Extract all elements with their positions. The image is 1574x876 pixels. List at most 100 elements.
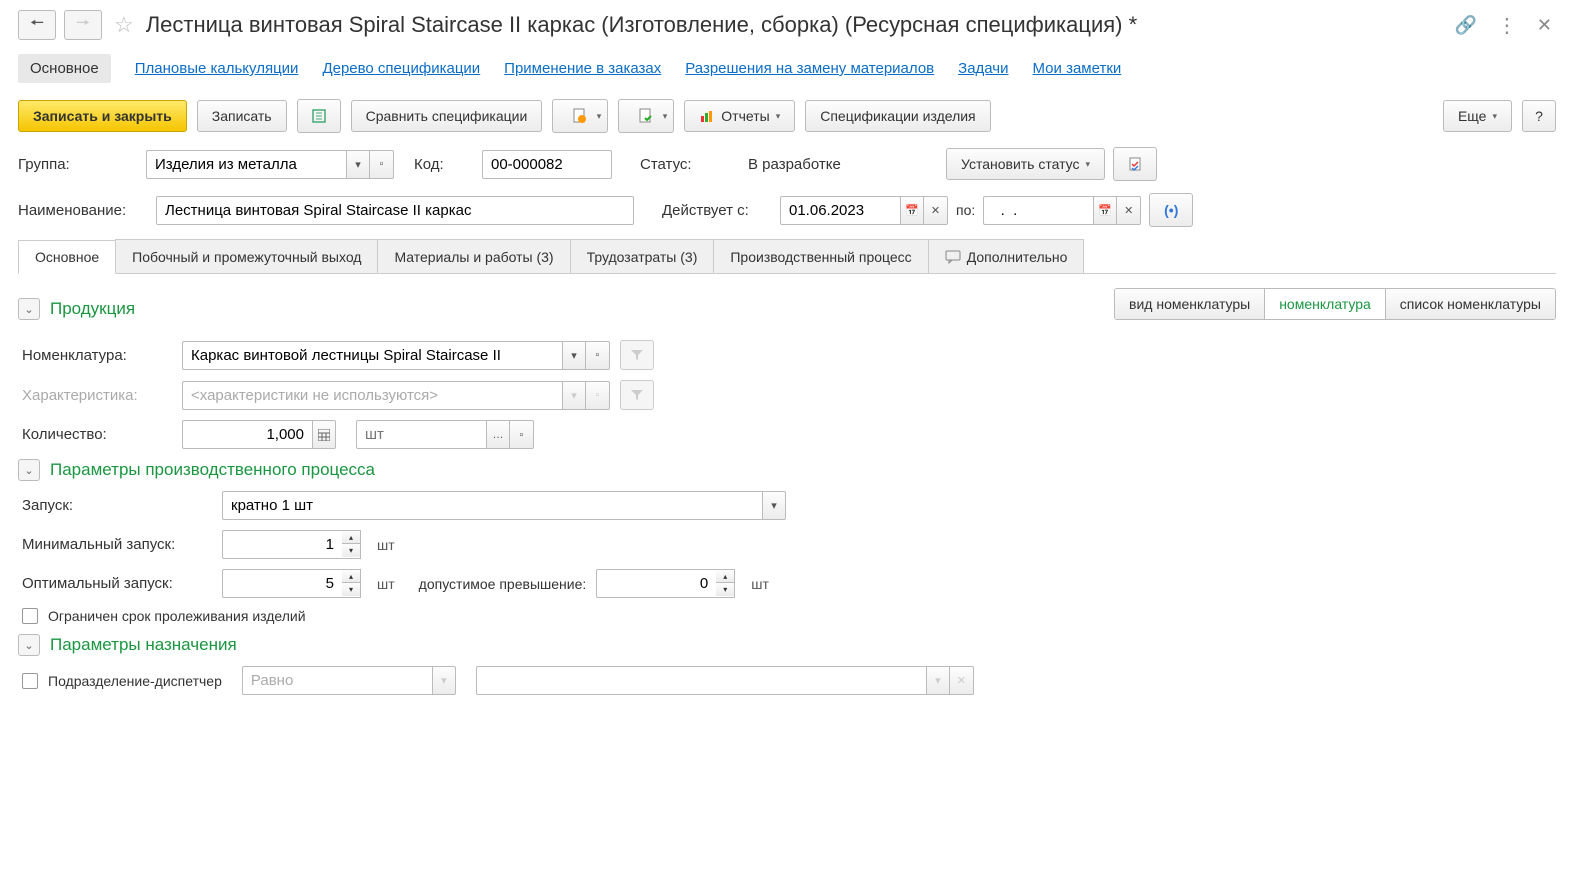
clipboard-check-icon	[1127, 156, 1143, 172]
subnav-main[interactable]: Основное	[18, 54, 111, 83]
more-menu-icon[interactable]: ⋮	[1497, 13, 1517, 38]
subnav-perm[interactable]: Разрешения на замену материалов	[685, 60, 934, 77]
reports-button[interactable]: Отчеты ▾	[684, 100, 795, 132]
characteristic-input	[182, 381, 562, 410]
valid-from-input[interactable]	[780, 196, 900, 225]
save-close-button[interactable]: Записать и закрыть	[18, 100, 187, 132]
excess-unit: шт	[751, 576, 769, 592]
funnel-icon	[630, 388, 644, 402]
excess-input[interactable]	[596, 569, 716, 598]
valid-from-label: Действует с:	[662, 202, 772, 219]
chart-icon	[699, 108, 715, 124]
characteristic-label: Характеристика:	[22, 387, 172, 404]
favorite-icon[interactable]: ☆	[114, 12, 134, 38]
close-icon[interactable]: ✕	[1537, 15, 1552, 36]
page-title: Лестница винтовая Spiral Staircase II ка…	[146, 12, 1443, 38]
nomenclature-input[interactable]	[182, 341, 562, 370]
tab-extra[interactable]: Дополнительно	[928, 239, 1085, 273]
launch-label: Запуск:	[22, 497, 212, 514]
valid-from-clear-button[interactable]: ✕	[924, 196, 948, 225]
launch-input[interactable]	[222, 491, 762, 520]
valid-to-calendar-button[interactable]: 📅	[1093, 196, 1117, 225]
group-label: Группа:	[18, 156, 78, 173]
dispatcher-value-clear: ✕	[950, 666, 974, 695]
compare-button[interactable]: Сравнить спецификации	[351, 100, 543, 132]
set-status-button[interactable]: Установить статус ▾	[946, 148, 1105, 180]
dispatcher-label: Подразделение-диспетчер	[48, 673, 222, 689]
quantity-calc-button[interactable]	[312, 420, 336, 449]
nomenclature-mode-segment: вид номенклатуры номенклатура список ном…	[1114, 288, 1556, 320]
seg-list[interactable]: список номенклатуры	[1386, 289, 1555, 319]
dispatcher-op-input	[242, 666, 432, 695]
valid-to-input[interactable]	[983, 196, 1093, 225]
valid-from-calendar-button[interactable]: 📅	[900, 196, 924, 225]
nomenclature-dropdown-button[interactable]: ▾	[562, 341, 586, 370]
group-input[interactable]	[146, 150, 346, 179]
quantity-input[interactable]	[182, 420, 312, 449]
name-input[interactable]	[156, 196, 634, 225]
subnav-plan[interactable]: Плановые калькуляции	[135, 60, 299, 77]
opt-launch-input[interactable]	[222, 569, 342, 598]
unit-input[interactable]	[356, 420, 486, 449]
subnav-notes[interactable]: Мои заметки	[1033, 60, 1122, 77]
doc-action-1-button[interactable]	[552, 99, 608, 133]
status-label: Статус:	[640, 156, 700, 173]
nomenclature-filter-button[interactable]	[620, 340, 654, 370]
quantity-label: Количество:	[22, 426, 132, 443]
collapse-product-button[interactable]: ⌄	[18, 298, 40, 320]
collapse-assign-button[interactable]: ⌄	[18, 634, 40, 656]
funnel-icon	[630, 348, 644, 362]
list-icon-button[interactable]	[297, 99, 341, 133]
calculator-icon	[318, 429, 330, 441]
to-label: по:	[956, 202, 975, 218]
tab-process[interactable]: Производственный процесс	[713, 239, 928, 273]
launch-dropdown-button[interactable]: ▾	[762, 491, 786, 520]
limited-checkbox[interactable]	[22, 608, 38, 624]
seg-nomenclature[interactable]: номенклатура	[1265, 289, 1386, 319]
collapse-process-button[interactable]: ⌄	[18, 459, 40, 481]
tab-labor[interactable]: Трудозатраты (3)	[570, 239, 715, 273]
section-product-title: Продукция	[50, 299, 135, 319]
min-launch-input[interactable]	[222, 530, 342, 559]
subnav-tasks[interactable]: Задачи	[958, 60, 1008, 77]
unit-select-button[interactable]: …	[486, 420, 510, 449]
group-dropdown-button[interactable]: ▾	[346, 150, 370, 179]
tab-materials[interactable]: Материалы и работы (3)	[377, 239, 570, 273]
nav-back-button[interactable]: 🠔	[18, 10, 56, 40]
save-button[interactable]: Записать	[197, 100, 287, 132]
tab-byproduct[interactable]: Побочный и промежуточный выход	[115, 239, 378, 273]
opt-launch-unit: шт	[377, 576, 395, 592]
min-launch-spinner[interactable]: ▴▾	[342, 530, 361, 559]
characteristic-dropdown-button: ▾	[562, 381, 586, 410]
subnav-tree[interactable]: Дерево спецификации	[322, 60, 480, 77]
seg-kind[interactable]: вид номенклатуры	[1115, 289, 1265, 319]
link-icon[interactable]: 🔗	[1454, 15, 1476, 36]
unit-open-button[interactable]: ▫	[510, 420, 534, 449]
product-specs-button[interactable]: Спецификации изделия	[805, 100, 990, 132]
status-action-button[interactable]	[1113, 147, 1157, 181]
nomenclature-open-button[interactable]: ▫	[586, 341, 610, 370]
dispatcher-op-dropdown: ▾	[432, 666, 456, 695]
help-button[interactable]: ?	[1522, 100, 1556, 132]
tab-main[interactable]: Основное	[18, 240, 116, 274]
nomenclature-label: Номенклатура:	[22, 347, 172, 364]
dispatcher-value-dropdown: ▾	[926, 666, 950, 695]
limited-label: Ограничен срок пролеживания изделий	[48, 608, 306, 624]
dispatcher-value-input	[476, 666, 926, 695]
valid-to-clear-button[interactable]: ✕	[1117, 196, 1141, 225]
dispatcher-checkbox[interactable]	[22, 673, 38, 689]
min-launch-unit: шт	[377, 537, 395, 553]
name-label: Наименование:	[18, 202, 148, 219]
subnav-orders[interactable]: Применение в заказах	[504, 60, 661, 77]
document-check-icon	[637, 107, 655, 125]
opt-launch-spinner[interactable]: ▴▾	[342, 569, 361, 598]
group-open-button[interactable]: ▫	[370, 150, 394, 179]
doc-action-2-button[interactable]	[618, 99, 674, 133]
nav-forward-button[interactable]: 🠖	[64, 10, 102, 40]
brackets-button[interactable]: (•)	[1149, 193, 1193, 227]
more-button[interactable]: Еще ▾	[1443, 100, 1512, 132]
status-value: В разработке	[748, 151, 938, 178]
excess-spinner[interactable]: ▴▾	[716, 569, 735, 598]
code-input[interactable]	[482, 150, 612, 179]
characteristic-open-button: ▫	[586, 381, 610, 410]
